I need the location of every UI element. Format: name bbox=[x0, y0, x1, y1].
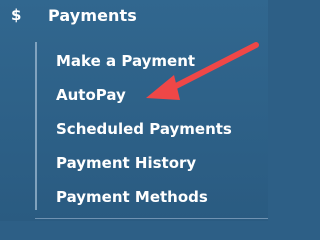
arrow-shaft bbox=[169, 42, 259, 91]
menu-rail bbox=[35, 42, 37, 210]
arrow-head bbox=[146, 75, 180, 100]
payments-section-title: Payments bbox=[48, 6, 137, 25]
bottom-divider bbox=[35, 218, 268, 219]
menu-item-payment-history[interactable]: Payment History bbox=[56, 152, 232, 186]
menu-item-payment-methods[interactable]: Payment Methods bbox=[56, 186, 232, 220]
dollar-icon: $ bbox=[11, 6, 22, 24]
menu-item-scheduled-payments[interactable]: Scheduled Payments bbox=[56, 118, 232, 152]
payments-section-header[interactable]: $ Payments bbox=[0, 5, 268, 33]
pointer-arrow-icon bbox=[146, 42, 259, 100]
payments-menu-panel: $ Payments Make a Payment AutoPay Schedu… bbox=[0, 0, 268, 221]
